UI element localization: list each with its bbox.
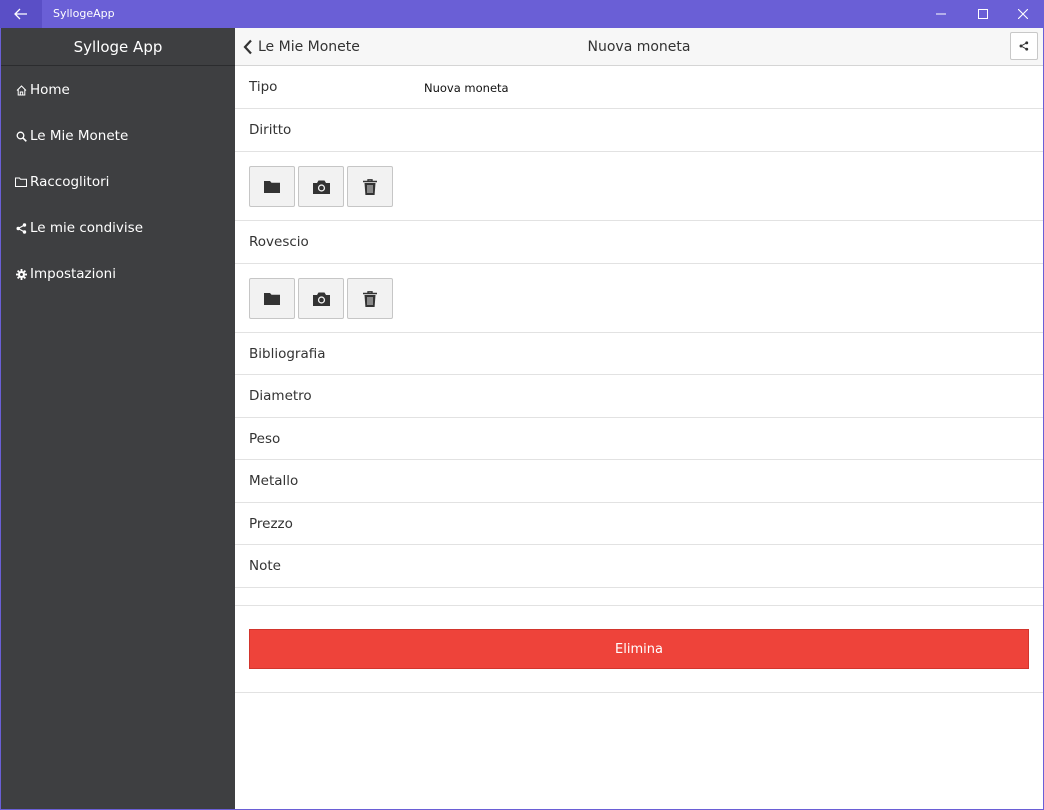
sidebar-item-impostazioni[interactable]: Impostazioni	[14, 263, 116, 285]
diametro-row[interactable]: Diametro	[235, 375, 1043, 418]
rovescio-label: Rovescio	[249, 234, 309, 250]
camera-icon	[312, 180, 330, 194]
sidebar-item-label: Home	[30, 82, 70, 98]
maximize-button[interactable]	[962, 0, 1004, 28]
rovescio-camera-button[interactable]	[298, 278, 344, 319]
window-back-button[interactable]	[0, 0, 42, 28]
folder-icon	[14, 175, 28, 189]
sidebar-title: Sylloge App	[1, 28, 235, 66]
sidebar-item-label: Raccoglitori	[30, 174, 110, 190]
sidebar-item-label: Le mie condivise	[30, 220, 144, 236]
main-content: Le Mie Monete Nuova moneta Tipo Nuova mo…	[235, 28, 1043, 809]
metallo-label: Metallo	[249, 473, 299, 489]
peso-row[interactable]: Peso	[235, 418, 1043, 460]
rovescio-image-row	[235, 264, 1043, 333]
camera-icon	[312, 292, 330, 306]
rovescio-folder-button[interactable]	[249, 278, 295, 319]
prezzo-label: Prezzo	[249, 516, 293, 532]
share-icon	[14, 221, 28, 235]
diritto-folder-button[interactable]	[249, 166, 295, 207]
sidebar: Sylloge App Home Le Mie Monete Raccoglit…	[1, 28, 235, 809]
trash-icon	[363, 290, 377, 307]
chevron-left-icon	[241, 38, 255, 56]
note-row[interactable]: Note	[235, 545, 1043, 588]
maximize-icon	[978, 9, 988, 19]
window-titlebar: SyllogeApp	[0, 0, 1044, 28]
sidebar-item-raccoglitori[interactable]: Raccoglitori	[14, 171, 109, 193]
back-label: Le Mie Monete	[258, 39, 360, 55]
sidebar-item-le-mie-monete[interactable]: Le Mie Monete	[14, 125, 128, 147]
search-icon	[14, 129, 28, 143]
diritto-row: Diritto	[235, 109, 1043, 152]
gear-icon	[14, 267, 28, 281]
sidebar-item-le-mie-condivise[interactable]: Le mie condivise	[14, 217, 143, 239]
diritto-label: Diritto	[249, 122, 292, 138]
bibliografia-label: Bibliografia	[249, 346, 326, 362]
share-button[interactable]	[1010, 32, 1038, 60]
rovescio-row: Rovescio	[235, 221, 1043, 264]
diritto-image-row	[235, 152, 1043, 221]
sidebar-item-label: Impostazioni	[30, 266, 116, 282]
trash-icon	[363, 178, 377, 195]
minimize-button[interactable]	[920, 0, 962, 28]
home-icon	[14, 83, 28, 97]
share-icon	[1019, 41, 1029, 51]
tipo-label: Tipo	[249, 79, 278, 95]
sidebar-item-home[interactable]: Home	[14, 79, 70, 101]
window-title: SyllogeApp	[53, 7, 115, 20]
diritto-delete-button[interactable]	[347, 166, 393, 207]
prezzo-row[interactable]: Prezzo	[235, 503, 1043, 545]
close-button[interactable]	[1002, 0, 1044, 28]
back-button[interactable]: Le Mie Monete	[241, 36, 360, 58]
close-icon	[1018, 9, 1028, 19]
folder-icon	[264, 181, 280, 193]
arrow-left-icon	[14, 8, 27, 20]
sidebar-item-label: Le Mie Monete	[30, 128, 129, 144]
diritto-camera-button[interactable]	[298, 166, 344, 207]
bibliografia-row[interactable]: Bibliografia	[235, 333, 1043, 375]
delete-row	[235, 606, 1043, 693]
rovescio-delete-button[interactable]	[347, 278, 393, 319]
navigation-bar: Le Mie Monete Nuova moneta	[235, 28, 1043, 66]
minimize-icon	[936, 13, 946, 15]
diametro-label: Diametro	[249, 388, 312, 404]
note-label: Note	[249, 558, 281, 574]
tipo-row[interactable]: Tipo Nuova moneta	[235, 66, 1043, 109]
peso-label: Peso	[249, 431, 281, 447]
folder-icon	[264, 293, 280, 305]
tipo-value[interactable]: Nuova moneta	[424, 81, 509, 95]
spacer-row	[235, 588, 1043, 606]
metallo-row[interactable]: Metallo	[235, 460, 1043, 503]
